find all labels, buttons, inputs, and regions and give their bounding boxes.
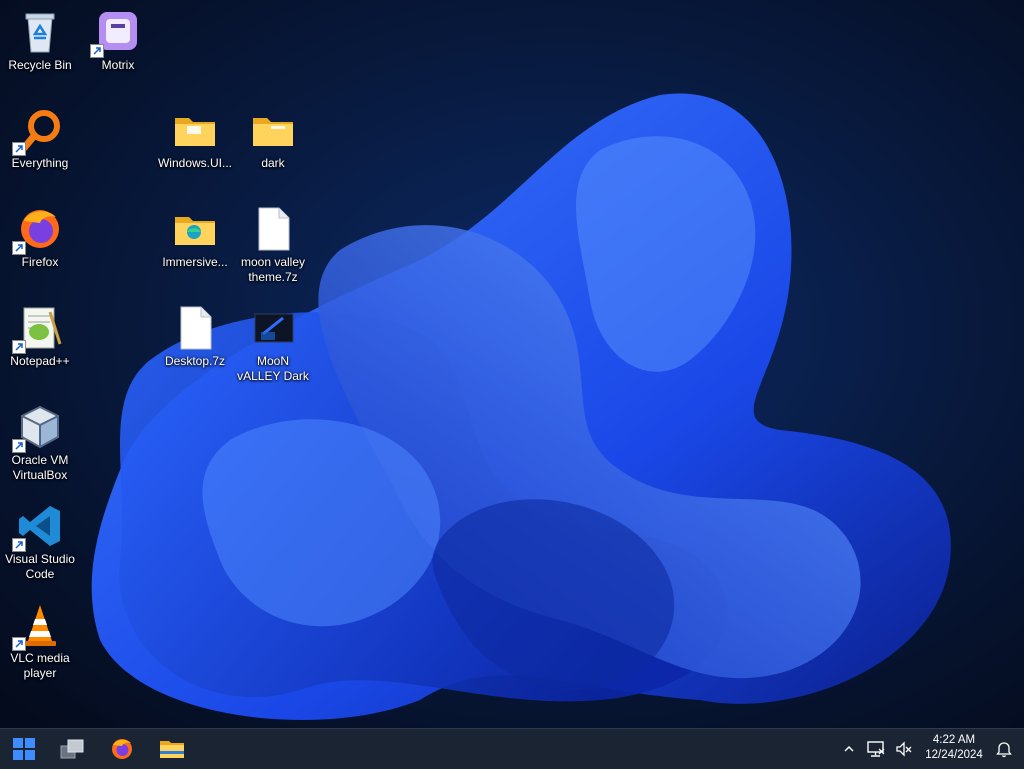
virtualbox-icon bbox=[12, 403, 64, 453]
desktop-icon-immersive-folder[interactable]: Immersive... bbox=[155, 205, 235, 270]
desktop-icon-everything[interactable]: Everything bbox=[0, 106, 80, 171]
wallpaper bbox=[0, 0, 1024, 728]
clock-date: 12/24/2024 bbox=[925, 749, 983, 761]
desktop-icon-windows-ui-folder[interactable]: Windows.UI... bbox=[155, 106, 235, 171]
desktop-icon-label: MooN vALLEY Dark bbox=[237, 354, 309, 383]
desktop-icon-moon-valley-dark[interactable]: MooN vALLEY Dark bbox=[233, 304, 313, 384]
desktop-icon-label: Recycle Bin bbox=[8, 58, 72, 72]
desktop-icon-firefox[interactable]: Firefox bbox=[0, 205, 80, 270]
shortcut-arrow-icon bbox=[12, 439, 26, 453]
task-view-icon bbox=[60, 739, 84, 759]
desktop-icon-recycle-bin[interactable]: Recycle Bin bbox=[0, 8, 80, 73]
desktop-icon-label: Windows.UI... bbox=[157, 156, 232, 170]
recycle-bin-icon bbox=[16, 8, 64, 56]
clock-time: 4:22 AM bbox=[932, 734, 976, 746]
folder-icon bbox=[171, 205, 219, 253]
desktop-icon-label: Everything bbox=[11, 156, 69, 170]
file-explorer-icon bbox=[160, 741, 184, 758]
shortcut-arrow-icon bbox=[12, 340, 26, 354]
file-explorer-button[interactable] bbox=[152, 733, 192, 765]
folder-icon bbox=[249, 106, 297, 154]
shortcut-arrow-icon bbox=[12, 538, 26, 552]
folder-icon bbox=[171, 106, 219, 154]
desktop-icon-dark-folder[interactable]: dark bbox=[233, 106, 313, 171]
desktop-icon-oracle-vm-virtualbox[interactable]: Oracle VM VirtualBox bbox=[0, 403, 80, 483]
clock[interactable]: 4:22 AM 12/24/2024 bbox=[920, 733, 988, 765]
vscode-icon bbox=[12, 502, 64, 552]
shortcut-arrow-icon bbox=[12, 142, 26, 156]
desktop-icon-motrix[interactable]: Motrix bbox=[78, 8, 158, 73]
shortcut-arrow-icon bbox=[90, 44, 104, 58]
desktop-icon-label: moon valley theme.7z bbox=[240, 255, 306, 284]
desktop-icon-label: Motrix bbox=[101, 58, 135, 72]
desktop-icon-label: dark bbox=[261, 156, 285, 170]
desktop-icon-notepad-plus-plus[interactable]: Notepad++ bbox=[0, 304, 80, 369]
shortcut-arrow-icon bbox=[12, 241, 26, 255]
motrix-icon bbox=[90, 8, 142, 58]
shortcut-arrow-icon bbox=[12, 637, 26, 651]
network-button[interactable] bbox=[864, 737, 888, 761]
start-button[interactable] bbox=[4, 733, 44, 765]
notification-center-button[interactable] bbox=[992, 737, 1016, 761]
chevron-up-icon bbox=[844, 745, 854, 752]
desktop-icon-visual-studio-code[interactable]: Visual Studio Code bbox=[0, 502, 80, 582]
firefox-taskbar-button[interactable] bbox=[102, 733, 142, 765]
file-icon bbox=[249, 205, 297, 253]
volume-muted-icon bbox=[896, 741, 912, 757]
task-view-button[interactable] bbox=[52, 733, 92, 765]
volume-button[interactable] bbox=[893, 737, 917, 761]
desktop-icon-moon-valley-7z[interactable]: moon valley theme.7z bbox=[233, 205, 313, 285]
notepad-plus-plus-icon bbox=[12, 304, 64, 354]
vlc-cone-icon bbox=[12, 601, 64, 651]
desktop-icon-label: Immersive... bbox=[162, 255, 228, 269]
file-icon bbox=[171, 304, 219, 352]
network-icon bbox=[867, 741, 885, 757]
desktop-icon-vlc-media-player[interactable]: VLC media player bbox=[0, 601, 80, 681]
start-icon bbox=[13, 738, 35, 760]
notification-bell-icon bbox=[996, 742, 1012, 758]
desktop-icon-desktop-7z[interactable]: Desktop.7z bbox=[155, 304, 235, 369]
desktop-icon-label: Notepad++ bbox=[10, 354, 70, 368]
taskbar: 4:22 AM 12/24/2024 bbox=[0, 728, 1024, 769]
desktop-icon-label: Firefox bbox=[21, 255, 59, 269]
desktop-icon-label: Visual Studio Code bbox=[5, 552, 75, 581]
desktop-icon-label: Oracle VM VirtualBox bbox=[11, 453, 69, 482]
theme-shortcut-icon bbox=[249, 304, 297, 352]
firefox-icon bbox=[112, 739, 132, 759]
everything-search-icon bbox=[12, 106, 64, 156]
desktop-icon-label: Desktop.7z bbox=[164, 354, 226, 368]
firefox-icon bbox=[12, 205, 64, 255]
show-hidden-icons-button[interactable] bbox=[837, 737, 861, 761]
desktop-icon-label: VLC media player bbox=[10, 651, 70, 680]
